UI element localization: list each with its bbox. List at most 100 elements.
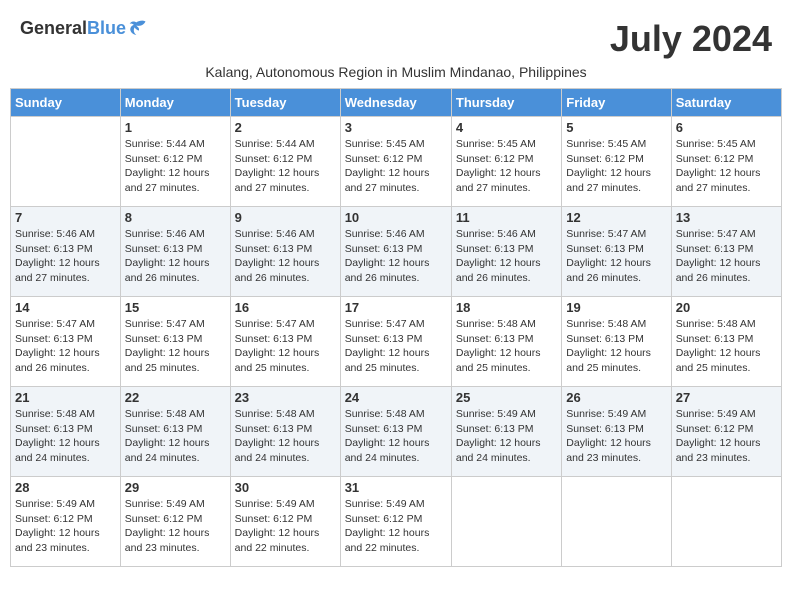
day-number: 1: [125, 120, 226, 135]
day-info: Sunrise: 5:48 AMSunset: 6:13 PMDaylight:…: [235, 407, 336, 466]
day-number: 23: [235, 390, 336, 405]
day-info: Sunrise: 5:46 AMSunset: 6:13 PMDaylight:…: [15, 227, 116, 286]
calendar-cell: 21 Sunrise: 5:48 AMSunset: 6:13 PMDayligh…: [11, 387, 121, 477]
calendar-cell: 20 Sunrise: 5:48 AMSunset: 6:13 PMDayligh…: [671, 297, 781, 387]
day-info: Sunrise: 5:44 AMSunset: 6:12 PMDaylight:…: [125, 137, 226, 196]
logo-blue: Blue: [87, 18, 126, 38]
day-info: Sunrise: 5:46 AMSunset: 6:13 PMDaylight:…: [125, 227, 226, 286]
day-number: 19: [566, 300, 666, 315]
calendar-cell: [562, 477, 671, 567]
day-number: 17: [345, 300, 447, 315]
calendar-cell: 29 Sunrise: 5:49 AMSunset: 6:12 PMDayligh…: [120, 477, 230, 567]
logo-general: General: [20, 18, 87, 38]
calendar-cell: 7 Sunrise: 5:46 AMSunset: 6:13 PMDaylight…: [11, 207, 121, 297]
subtitle: Kalang, Autonomous Region in Muslim Mind…: [10, 64, 782, 80]
calendar-cell: 5 Sunrise: 5:45 AMSunset: 6:12 PMDaylight…: [562, 117, 671, 207]
day-info: Sunrise: 5:49 AMSunset: 6:12 PMDaylight:…: [235, 497, 336, 556]
day-info: Sunrise: 5:45 AMSunset: 6:12 PMDaylight:…: [566, 137, 666, 196]
header-day-thursday: Thursday: [451, 89, 561, 117]
calendar-cell: 25 Sunrise: 5:49 AMSunset: 6:13 PMDayligh…: [451, 387, 561, 477]
calendar: SundayMondayTuesdayWednesdayThursdayFrid…: [10, 88, 782, 567]
day-number: 27: [676, 390, 777, 405]
calendar-cell: 12Sunrise: 5:47 AMSunset: 6:13 PMDayligh…: [562, 207, 671, 297]
calendar-week-row: 14 Sunrise: 5:47 AMSunset: 6:13 PMDayligh…: [11, 297, 782, 387]
day-number: 16: [235, 300, 336, 315]
day-number: 28: [15, 480, 116, 495]
day-info: Sunrise: 5:48 AMSunset: 6:13 PMDaylight:…: [15, 407, 116, 466]
day-info: Sunrise: 5:46 AMSunset: 6:13 PMDaylight:…: [345, 227, 447, 286]
calendar-cell: 1 Sunrise: 5:44 AMSunset: 6:12 PMDaylight…: [120, 117, 230, 207]
day-info: Sunrise: 5:49 AMSunset: 6:13 PMDaylight:…: [566, 407, 666, 466]
day-info: Sunrise: 5:49 AMSunset: 6:13 PMDaylight:…: [456, 407, 557, 466]
day-number: 18: [456, 300, 557, 315]
day-number: 20: [676, 300, 777, 315]
day-info: Sunrise: 5:48 AMSunset: 6:13 PMDaylight:…: [345, 407, 447, 466]
day-info: Sunrise: 5:46 AMSunset: 6:13 PMDaylight:…: [456, 227, 557, 286]
day-number: 2: [235, 120, 336, 135]
day-info: Sunrise: 5:49 AMSunset: 6:12 PMDaylight:…: [676, 407, 777, 466]
day-number: 25: [456, 390, 557, 405]
day-info: Sunrise: 5:47 AMSunset: 6:13 PMDaylight:…: [345, 317, 447, 376]
day-number: 22: [125, 390, 226, 405]
calendar-cell: 17 Sunrise: 5:47 AMSunset: 6:13 PMDayligh…: [340, 297, 451, 387]
calendar-cell: 28Sunrise: 5:49 AMSunset: 6:12 PMDayligh…: [11, 477, 121, 567]
header-day-tuesday: Tuesday: [230, 89, 340, 117]
calendar-cell: 15 Sunrise: 5:47 AMSunset: 6:13 PMDayligh…: [120, 297, 230, 387]
header: GeneralBlue July 2024: [10, 10, 782, 60]
calendar-cell: 18 Sunrise: 5:48 AMSunset: 6:13 PMDayligh…: [451, 297, 561, 387]
day-number: 9: [235, 210, 336, 225]
day-info: Sunrise: 5:48 AMSunset: 6:13 PMDaylight:…: [566, 317, 666, 376]
calendar-cell: 26Sunrise: 5:49 AMSunset: 6:13 PMDayligh…: [562, 387, 671, 477]
day-number: 5: [566, 120, 666, 135]
logo-bird-icon: [128, 19, 148, 39]
calendar-week-row: 7 Sunrise: 5:46 AMSunset: 6:13 PMDaylight…: [11, 207, 782, 297]
calendar-cell: 4 Sunrise: 5:45 AMSunset: 6:12 PMDaylight…: [451, 117, 561, 207]
day-info: Sunrise: 5:47 AMSunset: 6:13 PMDaylight:…: [125, 317, 226, 376]
calendar-header-row: SundayMondayTuesdayWednesdayThursdayFrid…: [11, 89, 782, 117]
day-number: 31: [345, 480, 447, 495]
calendar-cell: [451, 477, 561, 567]
day-number: 4: [456, 120, 557, 135]
day-number: 11: [456, 210, 557, 225]
day-number: 30: [235, 480, 336, 495]
day-number: 15: [125, 300, 226, 315]
day-number: 13: [676, 210, 777, 225]
logo-text: GeneralBlue: [20, 18, 126, 39]
calendar-cell: 16Sunrise: 5:47 AMSunset: 6:13 PMDayligh…: [230, 297, 340, 387]
calendar-cell: 24Sunrise: 5:48 AMSunset: 6:13 PMDayligh…: [340, 387, 451, 477]
calendar-cell: [671, 477, 781, 567]
calendar-cell: 6Sunrise: 5:45 AMSunset: 6:12 PMDaylight…: [671, 117, 781, 207]
day-info: Sunrise: 5:45 AMSunset: 6:12 PMDaylight:…: [345, 137, 447, 196]
day-number: 21: [15, 390, 116, 405]
day-info: Sunrise: 5:47 AMSunset: 6:13 PMDaylight:…: [566, 227, 666, 286]
calendar-cell: 11 Sunrise: 5:46 AMSunset: 6:13 PMDayligh…: [451, 207, 561, 297]
calendar-cell: 31 Sunrise: 5:49 AMSunset: 6:12 PMDayligh…: [340, 477, 451, 567]
calendar-week-row: 21 Sunrise: 5:48 AMSunset: 6:13 PMDayligh…: [11, 387, 782, 477]
calendar-cell: 19 Sunrise: 5:48 AMSunset: 6:13 PMDayligh…: [562, 297, 671, 387]
day-info: Sunrise: 5:44 AMSunset: 6:12 PMDaylight:…: [235, 137, 336, 196]
header-day-monday: Monday: [120, 89, 230, 117]
day-info: Sunrise: 5:47 AMSunset: 6:13 PMDaylight:…: [676, 227, 777, 286]
day-number: 6: [676, 120, 777, 135]
calendar-cell: 22Sunrise: 5:48 AMSunset: 6:13 PMDayligh…: [120, 387, 230, 477]
logo: GeneralBlue: [20, 18, 148, 39]
day-info: Sunrise: 5:48 AMSunset: 6:13 PMDaylight:…: [456, 317, 557, 376]
day-number: 7: [15, 210, 116, 225]
calendar-cell: 9Sunrise: 5:46 AMSunset: 6:13 PMDaylight…: [230, 207, 340, 297]
day-number: 29: [125, 480, 226, 495]
day-info: Sunrise: 5:49 AMSunset: 6:12 PMDaylight:…: [345, 497, 447, 556]
calendar-cell: 27 Sunrise: 5:49 AMSunset: 6:12 PMDayligh…: [671, 387, 781, 477]
calendar-cell: 14Sunrise: 5:47 AMSunset: 6:13 PMDayligh…: [11, 297, 121, 387]
calendar-cell: 3 Sunrise: 5:45 AMSunset: 6:12 PMDaylight…: [340, 117, 451, 207]
day-info: Sunrise: 5:49 AMSunset: 6:12 PMDaylight:…: [125, 497, 226, 556]
header-day-saturday: Saturday: [671, 89, 781, 117]
day-number: 14: [15, 300, 116, 315]
calendar-cell: [11, 117, 121, 207]
header-day-wednesday: Wednesday: [340, 89, 451, 117]
day-info: Sunrise: 5:48 AMSunset: 6:13 PMDaylight:…: [676, 317, 777, 376]
day-info: Sunrise: 5:45 AMSunset: 6:12 PMDaylight:…: [456, 137, 557, 196]
header-day-sunday: Sunday: [11, 89, 121, 117]
calendar-week-row: 1 Sunrise: 5:44 AMSunset: 6:12 PMDaylight…: [11, 117, 782, 207]
calendar-cell: 10Sunrise: 5:46 AMSunset: 6:13 PMDayligh…: [340, 207, 451, 297]
day-number: 3: [345, 120, 447, 135]
